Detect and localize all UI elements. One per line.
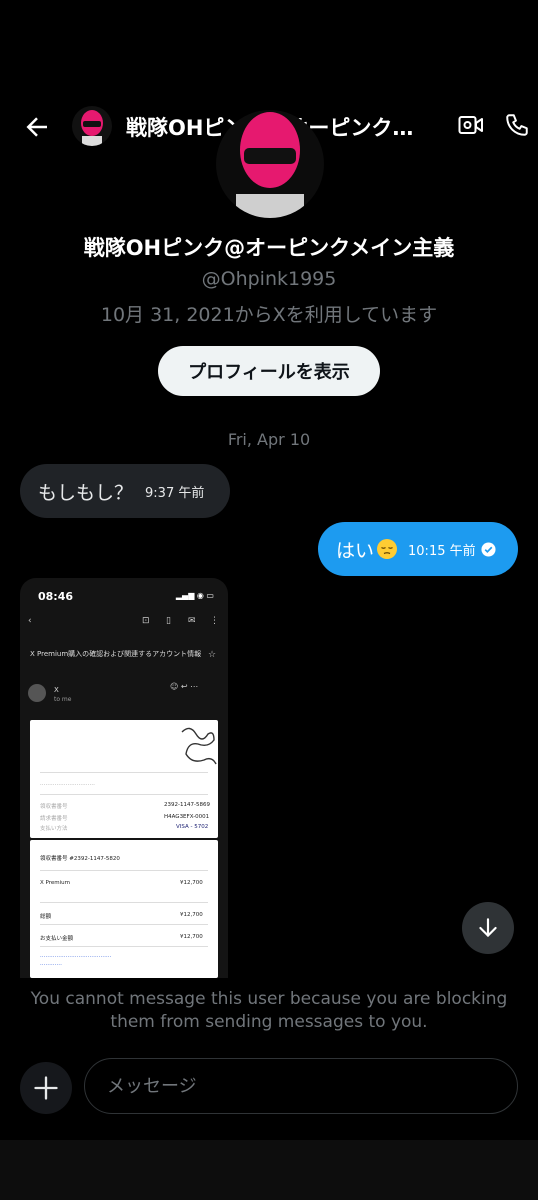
attachment-status-time: 08:46 xyxy=(38,590,74,603)
date-separator: Fri, Apr 10 xyxy=(227,430,311,449)
mail-icon: ✉ xyxy=(188,616,196,626)
attachment-sender: X xyxy=(54,686,59,694)
message-input[interactable] xyxy=(84,1058,518,1114)
chevron-left-icon: ‹ xyxy=(28,616,32,626)
view-profile-button[interactable]: プロフィールを表示 xyxy=(158,346,380,396)
attachment-sender-sub: to me xyxy=(54,696,72,703)
attachment-item-name: X Premium xyxy=(40,880,70,886)
scribble-redaction xyxy=(181,727,217,765)
attachment-paid-label: お支払い金額 xyxy=(40,936,74,942)
signal-battery-icon: ▂▄▆ ◉ ▭ xyxy=(175,591,214,600)
message-text: もしもし？ xyxy=(38,481,134,504)
add-media-button[interactable] xyxy=(20,1062,72,1114)
profile-name: 戦隊OHピンク@オーピンクメイン主義 xyxy=(83,236,455,260)
system-nav-bar xyxy=(0,1140,538,1200)
email-card-receipt: 領収書番号 #2392-1147-5820 X Premium ¥12,700 … xyxy=(30,840,218,978)
profile-joined-date: 10月 31, 2021からXを利用しています xyxy=(100,304,438,326)
profile-handle: @Ohpink1995 xyxy=(201,268,337,290)
archive-icon: ⊡ xyxy=(142,616,150,626)
attachment-total-label: 総額 xyxy=(40,914,52,920)
message-text: はい xyxy=(336,539,375,562)
attachment-card: VISA - 5702 xyxy=(176,824,209,830)
attachment-email-subject: X Premium購入の確認および関連するアカウント情報 xyxy=(30,650,202,658)
message-time: 9:37 午前 xyxy=(145,485,205,501)
trash-icon: ▯ xyxy=(166,616,171,626)
star-icon: ☆ xyxy=(208,650,217,660)
incoming-message[interactable]: もしもし？ 9:37 午前 xyxy=(20,464,230,518)
plus-icon xyxy=(34,1076,58,1100)
attachment-paid-price: ¥12,700 xyxy=(180,934,203,940)
read-check-icon xyxy=(481,541,496,557)
sender-avatar xyxy=(28,684,46,702)
profile-avatar[interactable] xyxy=(216,110,324,218)
arrow-left-icon[interactable] xyxy=(22,112,52,142)
pensive-face-emoji xyxy=(377,539,398,559)
video-camera-icon[interactable] xyxy=(458,114,484,136)
avatar[interactable] xyxy=(72,106,112,146)
attachment-item-price: ¥12,700 xyxy=(180,880,203,886)
outgoing-message[interactable]: はい 10:15 午前 xyxy=(318,522,518,576)
attachment-receipt-header: 領収書番号 #2392-1147-5820 xyxy=(40,856,120,862)
message-time: 10:15 午前 xyxy=(408,543,476,559)
phone-icon[interactable] xyxy=(504,112,530,138)
email-card-summary: ⋯⋯⋯⋯⋯⋯⋯⋯⋯⋯ 領収書番号 2392-1147-5869 請求書番号 H4… xyxy=(30,720,218,838)
image-attachment[interactable]: 08:46 ▂▄▆ ◉ ▭ ‹ ⊡ ▯ ✉ ⋮ X Premium購入の確認およ… xyxy=(20,578,228,978)
more-icon: ⋮ xyxy=(210,616,219,626)
arrow-down-icon xyxy=(479,918,497,938)
attachment-total-price: ¥12,700 xyxy=(180,912,203,918)
blocked-notice: You cannot message this user because you… xyxy=(30,989,508,1032)
attachment-receipt-number: 2392-1147-5869 xyxy=(164,802,210,808)
scroll-to-bottom-button[interactable] xyxy=(462,902,514,954)
emoji-icon: ☺ ↩ ⋯ xyxy=(170,682,199,691)
attachment-invoice-number: H4AG3EFX-0001 xyxy=(164,814,210,820)
